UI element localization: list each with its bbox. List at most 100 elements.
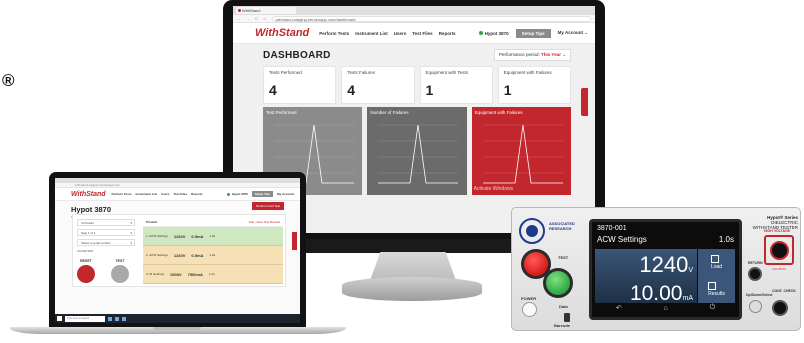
test-circle-icon	[111, 265, 129, 283]
menu-instrument-list[interactable]: Instrument List	[136, 192, 158, 196]
browser-tabstrip: WithStand	[233, 6, 595, 15]
power-button[interactable]	[522, 302, 537, 317]
test-mode: ACW Settings	[597, 235, 647, 244]
status-dot-icon	[226, 192, 230, 196]
app-navbar: WithStand Perform Tests Instrument List …	[55, 188, 300, 201]
high-voltage-terminal	[764, 235, 794, 265]
monitor-stand-base	[342, 277, 482, 301]
high-voltage-jack[interactable]	[770, 241, 789, 260]
browser-tab[interactable]: WithStand	[236, 7, 296, 14]
voltage-readout: 1240V	[599, 254, 693, 282]
test-button[interactable]: TEST	[111, 259, 129, 283]
cont-check-jack[interactable]	[772, 300, 788, 316]
taskbar-search[interactable]: Type here to search	[65, 315, 105, 322]
device-status[interactable]: Hypot 3870	[226, 192, 248, 196]
browser-nav-buttons[interactable]: ← → C ⌂	[237, 16, 268, 21]
back-icon[interactable]: ↶	[616, 304, 622, 312]
browser-toolbar: ← → C ⌂ withstand-staging.herokuapp.com/…	[233, 15, 595, 23]
perform-next-test-button[interactable]: Perform Next Test	[252, 202, 284, 210]
reset-button[interactable]: RESET	[77, 259, 95, 283]
device-status[interactable]: Hypot 3870	[478, 30, 509, 36]
app-navbar: WithStand Perform Tests Instrument List …	[233, 23, 595, 44]
address-bar[interactable]: withstand-staging.herokuapp.com/dashboar…	[271, 15, 591, 22]
menu-users[interactable]: Users	[394, 31, 407, 36]
menu-instrument-list[interactable]: Instrument List	[355, 31, 388, 36]
setup-tips-button[interactable]: Setup Tips	[515, 28, 551, 38]
menu-test-files[interactable]: Test Files	[174, 192, 188, 196]
menu-users[interactable]: Users	[161, 192, 169, 196]
period-select[interactable]: Performance period: This Year ⌄	[493, 49, 571, 61]
data-label: Data	[559, 304, 568, 309]
step-time: 1.0s	[208, 272, 215, 276]
step-select[interactable]: Step 1 of 1	[77, 229, 135, 236]
step-label: 3. IR Settings	[146, 272, 165, 276]
table-row[interactable]: 3. IR Settings 1500V 7500mA 1.0s	[143, 265, 283, 284]
taskbar-app-icon[interactable]	[115, 316, 119, 321]
card-equipment-with-failures[interactable]: Equipment with Failures 1	[497, 66, 571, 104]
taskbar-app-icon[interactable]	[122, 316, 126, 321]
high-voltage-label: HIGH VOLTAGE	[764, 229, 791, 233]
setup-tips-button[interactable]: Setup Tips	[251, 191, 274, 197]
caution-label: CAUTION	[772, 267, 786, 271]
table-header-label: Product	[146, 219, 158, 224]
display-footer: ↶ ⌂ ⏻	[595, 301, 736, 315]
display-header: 3870-001 ACW Settings 1.0s	[592, 222, 739, 247]
support-side-tab[interactable]	[581, 88, 588, 116]
step-time: 1.0s	[209, 234, 216, 238]
device-name: Hypot 3870	[484, 30, 509, 36]
laptop-screen: withstand-staging.herokuapp.com WithStan…	[55, 178, 300, 323]
account-menu[interactable]: My Account	[277, 192, 294, 196]
withstand-logo[interactable]: WithStand	[71, 191, 106, 198]
navbar-right: Hypot 3870 Setup Tips My Account ⌄	[478, 28, 588, 38]
page-title: DASHBOARD	[263, 49, 331, 61]
menu-test-files[interactable]: Test Files	[412, 31, 432, 36]
select-knob[interactable]	[749, 300, 762, 313]
barcode-label: Barcode	[554, 323, 571, 328]
test-label: TEST	[115, 259, 125, 263]
laptop: withstand-staging.herokuapp.com WithStan…	[49, 172, 306, 328]
menu-perform-tests[interactable]: Perform Tests	[112, 192, 132, 196]
results-label: Results	[708, 291, 725, 297]
model-number: 3870-001	[597, 225, 627, 232]
card-value: 4	[347, 82, 356, 98]
card-label: Equipment with Tests	[425, 70, 468, 75]
serial-select[interactable]: Select a serial number	[77, 239, 135, 246]
menu-reports[interactable]: Reports	[191, 192, 202, 196]
taskbar-app-icon[interactable]	[108, 316, 112, 321]
laptop-notch	[153, 327, 201, 330]
support-side-tab[interactable]	[292, 232, 297, 250]
card-label: Tests Performed	[269, 70, 302, 75]
hypot-tester: ASSOCIATED RESEARCH TEST POWER Data Barc…	[511, 207, 801, 331]
stat-cards: Tests Performed 4 Tests Failures 4 Equipme…	[263, 66, 571, 104]
return-jack[interactable]	[748, 267, 762, 281]
test-hw-button[interactable]	[543, 268, 573, 298]
chart-number-of-failures: Number of Failures	[367, 107, 467, 195]
chart-title: Test Performed	[266, 110, 297, 115]
view-results-link[interactable]: Fail - View Test Results	[249, 220, 280, 224]
test-label: TEST	[558, 255, 569, 260]
chart-spike	[482, 124, 563, 184]
results-button[interactable]: Results	[708, 282, 725, 297]
step-voltage: 1240V	[173, 233, 186, 239]
product-select[interactable]: 4 Product	[77, 219, 135, 226]
card-tests-performed[interactable]: Tests Performed 4	[263, 66, 337, 104]
card-equipment-with-tests[interactable]: Equipment with Tests 1	[419, 66, 493, 104]
readout-panel: 1240V 10.00mA	[595, 249, 697, 305]
card-test-failures[interactable]: Tests Failures 4	[341, 66, 415, 104]
power-icon[interactable]: ⏻	[710, 304, 716, 312]
cont-check-label: CONT. CHECK	[772, 289, 796, 293]
withstand-logo[interactable]: WithStand	[255, 27, 309, 39]
reset-label: RESET	[80, 259, 92, 263]
menu-perform-tests[interactable]: Perform Tests	[319, 31, 349, 36]
windows-start-icon[interactable]	[57, 316, 62, 321]
home-icon[interactable]: ⌂	[664, 305, 668, 312]
table-row[interactable]: 2. ACW Settings 1240V 0.5mA 1.0s	[143, 246, 283, 265]
menu-reports[interactable]: Reports	[439, 31, 456, 36]
account-menu[interactable]: My Account ⌄	[558, 30, 588, 36]
table-row[interactable]: 1. ACW Settings 1240V 0.5mA 1.0s	[143, 227, 283, 246]
associated-research-logo-icon	[519, 218, 545, 244]
chevron-down-icon: ⌄	[584, 30, 588, 35]
navbar-right: Hypot 3870 Setup Tips My Account	[226, 191, 294, 197]
display-side-buttons: Load Results	[698, 249, 735, 303]
load-button[interactable]: Load	[710, 255, 722, 270]
